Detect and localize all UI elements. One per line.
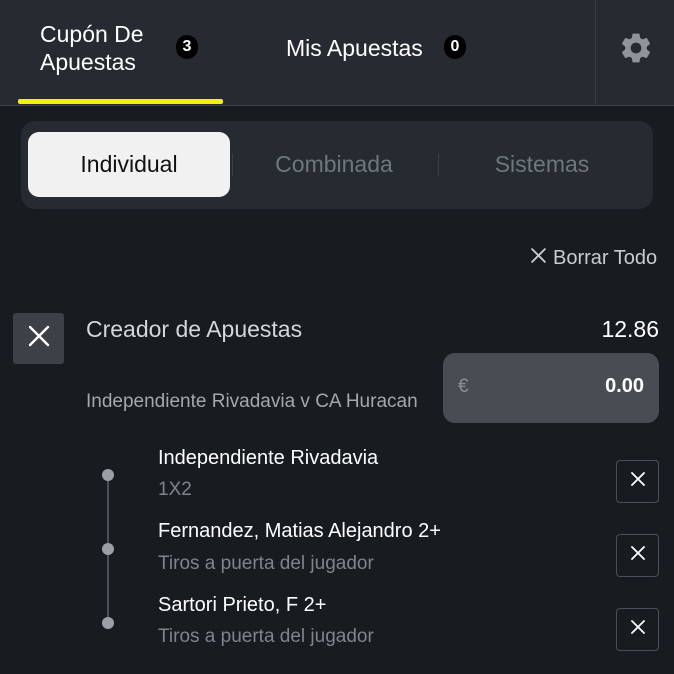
clear-all-label: Borrar Todo: [553, 246, 658, 269]
leg-market: 1X2: [158, 479, 192, 500]
tab-betslip-label: Cupón De Apuestas: [40, 21, 144, 75]
close-icon: [630, 619, 646, 640]
bet-odds: 12.86: [601, 316, 659, 342]
stake-input[interactable]: € 0.00: [443, 353, 659, 423]
bet-type-selector: Individual Combinada Sistemas: [21, 121, 653, 209]
bet-type-sistemas[interactable]: Sistemas: [438, 132, 646, 197]
bet-type-combinada[interactable]: Combinada: [233, 132, 435, 197]
close-icon: [630, 545, 646, 566]
close-icon: [27, 324, 51, 353]
my-bets-count-badge: 0: [444, 35, 466, 59]
remove-leg-button[interactable]: [616, 460, 659, 503]
leg-selection: Independiente Rivadavia: [158, 447, 379, 469]
remove-leg-button[interactable]: [616, 608, 659, 651]
bet-event: Independiente Rivadavia v CA Huracan: [86, 391, 418, 412]
active-tab-indicator: [18, 99, 223, 104]
leg-market: Tiros a puerta del jugador: [158, 553, 374, 574]
leg-selection: Fernandez, Matias Alejandro 2+: [158, 520, 441, 542]
remove-leg-button[interactable]: [616, 534, 659, 577]
leg-dot: [102, 543, 114, 555]
bet-title: Creador de Apuestas: [86, 316, 303, 342]
tab-betslip[interactable]: Cupón De Apuestas 3: [18, 0, 223, 106]
tab-my-bets-label: Mis Apuestas: [286, 35, 423, 61]
remove-bet-button[interactable]: [13, 313, 64, 364]
leg-dot: [102, 617, 114, 629]
betslip-count-badge: 3: [176, 35, 198, 59]
stake-currency: €: [458, 376, 469, 397]
leg-dot: [102, 469, 114, 481]
tab-my-bets[interactable]: Mis Apuestas 0: [284, 0, 484, 100]
leg-market: Tiros a puerta del jugador: [158, 626, 374, 647]
clear-all-button[interactable]: Borrar Todo: [530, 244, 657, 272]
gear-icon[interactable]: [618, 30, 654, 66]
close-icon: [630, 471, 646, 492]
leg-selection: Sartori Prieto, F 2+: [158, 594, 327, 616]
header-divider: [595, 0, 596, 106]
stake-value: 0.00: [605, 375, 644, 397]
betslip-header: Cupón De Apuestas 3 Mis Apuestas 0: [0, 0, 674, 106]
close-icon: [530, 247, 547, 270]
bet-type-individual[interactable]: Individual: [28, 132, 230, 197]
